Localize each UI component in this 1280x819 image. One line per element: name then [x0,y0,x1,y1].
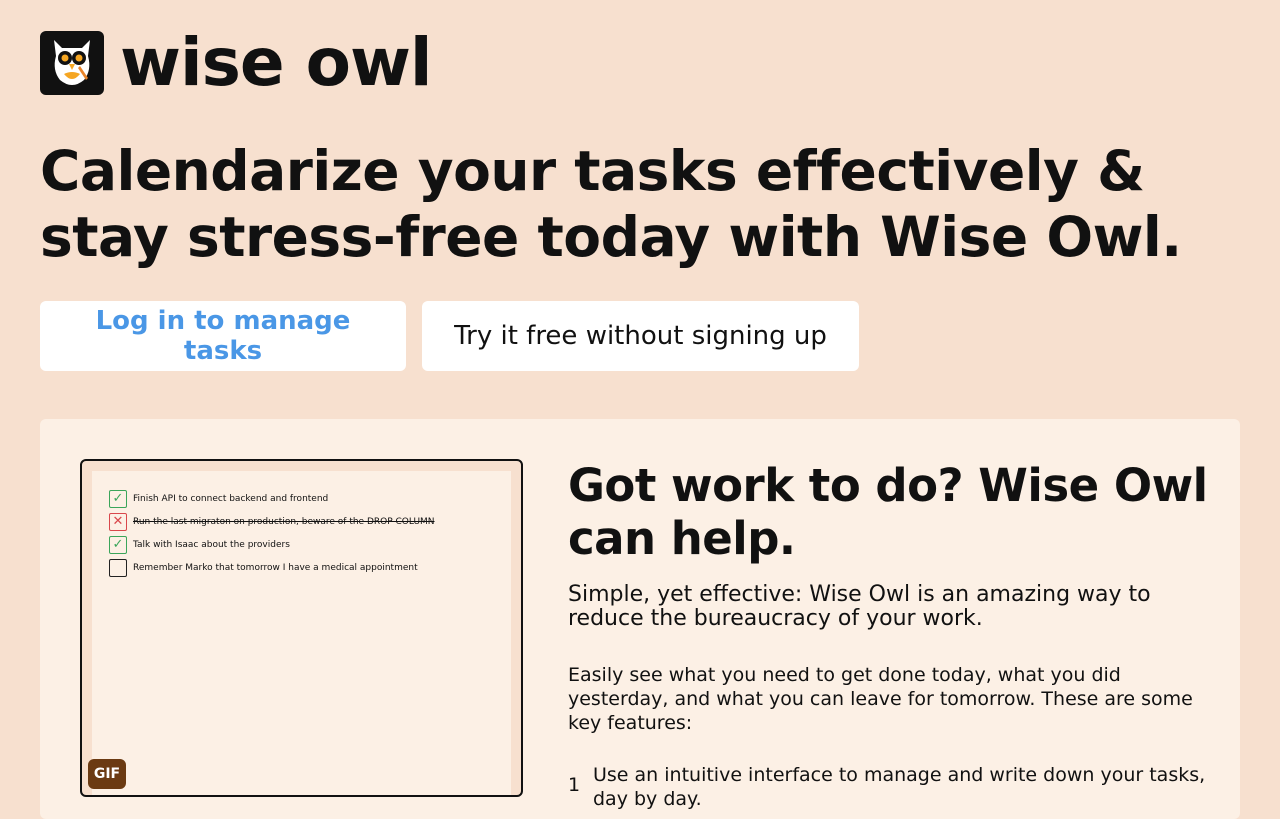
info-column: Got work to do? Wise Owl can help. Simpl… [568,459,1208,811]
owl-icon[interactable] [40,31,104,95]
try-free-button[interactable]: Try it free without signing up [422,301,859,371]
demo-task-item: ✓ Finish API to connect backend and fron… [109,487,511,510]
demo-task-list: ✓ Finish API to connect backend and fron… [92,471,511,795]
list-item-text: Use an intuitive interface to manage and… [593,764,1206,810]
demo-task-text: Run the last migraton on production, bew… [133,516,435,527]
checkmark-icon: ✓ [109,489,127,508]
list-item-number: 1 [568,774,581,796]
demo-task-item: Remember Marko that tomorrow I have a me… [109,556,511,579]
brand-name: wise owl [120,24,433,101]
empty-checkbox-icon [109,558,127,577]
demo-task-item: ✕ Run the last migraton on production, b… [109,510,511,533]
demo-task-text: Remember Marko that tomorrow I have a me… [133,562,418,573]
feature-panel: ✓ Finish API to connect backend and fron… [40,419,1240,819]
site-header: wise owl [40,24,433,101]
login-button[interactable]: Log in to manage tasks [40,301,406,371]
list-item: 1 Use an intuitive interface to manage a… [568,763,1208,811]
demo-gif: ✓ Finish API to connect backend and fron… [80,459,523,797]
checkmark-icon: ✓ [109,535,127,554]
cta-row: Log in to manage tasks Try it free witho… [40,301,859,371]
demo-task-text: Talk with Isaac about the providers [133,539,290,550]
demo-task-text: Finish API to connect backend and fronte… [133,493,329,504]
section-heading: Got work to do? Wise Owl can help. [568,459,1208,565]
cross-icon: ✕ [109,512,127,531]
demo-task-item: ✓ Talk with Isaac about the providers [109,533,511,556]
section-description: Easily see what you need to get done tod… [568,664,1193,734]
feature-list: 1 Use an intuitive interface to manage a… [568,763,1208,811]
section-subheading: Simple, yet effective: Wise Owl is an am… [568,582,1151,631]
hero-title: Calendarize your tasks effectively & sta… [40,139,1182,269]
gif-badge[interactable]: GIF [88,759,126,789]
